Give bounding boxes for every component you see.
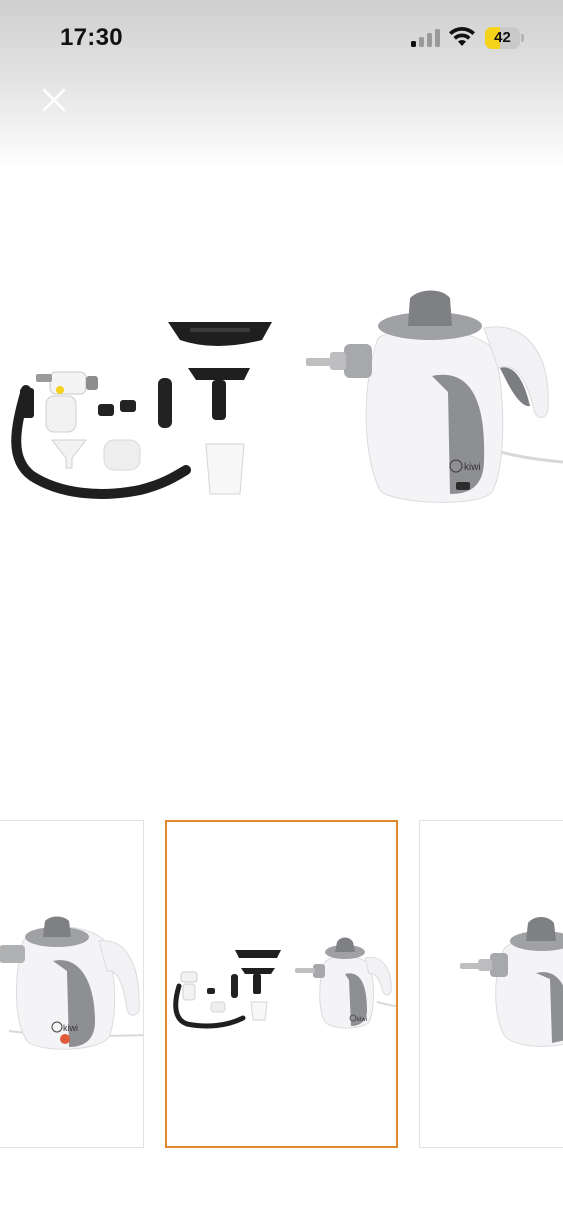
thumbnail-2[interactable]: kiwi	[165, 820, 398, 1148]
battery-level: 42	[494, 29, 511, 46]
brand-logo-text: kiwi	[464, 462, 481, 473]
thumbnail-1-brand: kiwi	[63, 1023, 78, 1033]
thumbnail-2-image: kiwi	[173, 937, 396, 1029]
main-product-image[interactable]: kiwi	[0, 280, 563, 520]
steam-cleaner-main: kiwi	[306, 290, 563, 503]
status-bar: 17:30 42	[0, 0, 563, 75]
thumbnail-3-image	[460, 917, 563, 1047]
thumbnail-3[interactable]	[419, 820, 563, 1148]
thumbnail-1-image: kiwi	[0, 916, 143, 1050]
close-icon[interactable]	[38, 84, 70, 116]
wifi-icon	[449, 26, 475, 46]
thumbnail-2-brand: kiwi	[357, 1017, 367, 1023]
battery-indicator: 42	[485, 27, 524, 49]
battery-nub	[521, 34, 524, 42]
thumbnail-1[interactable]: kiwi	[0, 820, 144, 1148]
accessories-group	[11, 322, 272, 499]
status-time: 17:30	[60, 24, 123, 51]
cellular-signal-icon	[411, 29, 440, 47]
battery-body: 42	[485, 27, 520, 49]
